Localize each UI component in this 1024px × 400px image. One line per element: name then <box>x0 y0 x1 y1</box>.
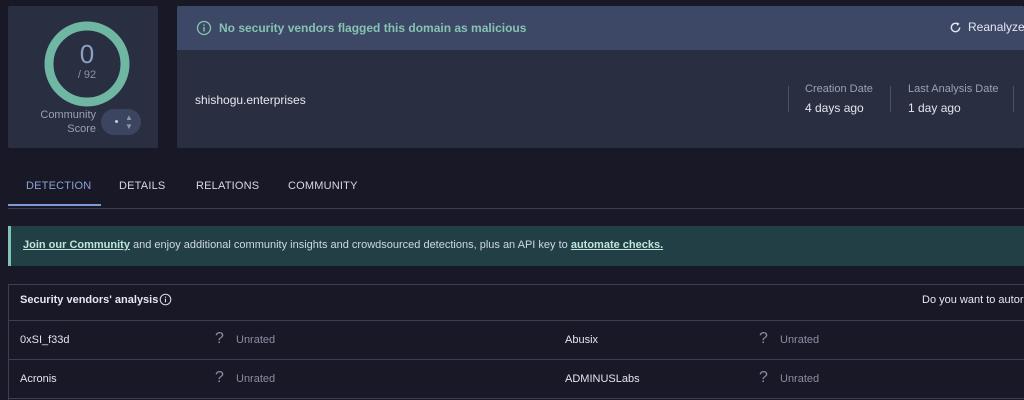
domain-name: shishogu.enterprises <box>195 93 306 107</box>
join-community-link[interactable]: Join our Community <box>23 239 130 251</box>
community-banner: Join our Community and enjoy additional … <box>8 226 1024 266</box>
creation-date-label: Creation Date <box>805 83 873 95</box>
vote-arrows-icon: ▲ ▼ <box>125 113 133 131</box>
automate-prompt: Do you want to autor <box>922 294 1024 306</box>
last-analysis-label: Last Analysis Date <box>908 83 999 95</box>
meta-divider <box>1013 86 1014 112</box>
table-row: 0xSI_f33d ? Unrated Abusix ? Unrated <box>9 321 1024 360</box>
community-vote-control[interactable]: ▲ ▼ <box>101 109 141 135</box>
detection-score-value: 0 <box>79 39 95 69</box>
tab-relations[interactable]: RELATIONS <box>196 180 259 192</box>
reanalyze-label: Reanalyze <box>968 20 1024 34</box>
active-tab-indicator <box>8 204 101 206</box>
tab-details[interactable]: DETAILS <box>119 180 165 192</box>
question-mark-icon: ? <box>215 330 224 347</box>
meta-divider <box>890 86 891 112</box>
detection-score-total: / 92 <box>77 69 97 81</box>
reanalyze-button[interactable]: Reanalyze <box>949 20 1024 34</box>
community-score-label-line2: Score <box>67 123 96 135</box>
community-score-card: 0 / 92 Community Score ▲ ▼ <box>8 6 158 148</box>
vendors-title: Security vendors' analysis <box>20 294 159 306</box>
last-analysis-value: 1 day ago <box>908 101 961 115</box>
question-mark-icon: ? <box>759 369 768 386</box>
info-circle-icon <box>196 20 212 36</box>
vendor-status: Unrated <box>236 373 276 385</box>
community-score-label: Community Score <box>30 108 96 136</box>
vendor-status: Unrated <box>780 373 820 385</box>
community-banner-middle: and enjoy additional community insights … <box>129 239 571 251</box>
vendor-name: 0xSI_f33d <box>20 334 70 346</box>
community-banner-text: Join our Community and enjoy additional … <box>23 239 663 251</box>
question-mark-icon: ? <box>215 369 224 386</box>
refresh-icon <box>950 21 961 32</box>
vendor-status: Unrated <box>780 334 820 346</box>
tab-bar: DETECTION DETAILS RELATIONS COMMUNITY <box>8 166 1024 209</box>
info-circle-icon[interactable] <box>159 293 172 306</box>
verdict-banner: No security vendors flagged this domain … <box>177 6 1024 50</box>
tab-detection[interactable]: DETECTION <box>26 180 91 192</box>
vendor-name: Abusix <box>565 334 599 346</box>
vendors-header: Security vendors' analysis Do you want t… <box>9 285 1024 321</box>
tab-community[interactable]: COMMUNITY <box>288 180 358 192</box>
community-score-label-line1: Community <box>40 109 96 121</box>
table-row: Acronis ? Unrated ADMINUSLabs ? Unrated <box>9 360 1024 399</box>
vendor-name: Acronis <box>20 373 57 385</box>
meta-divider <box>788 86 789 112</box>
vendor-status: Unrated <box>236 334 276 346</box>
vendors-table: Security vendors' analysis Do you want t… <box>8 284 1024 400</box>
vote-dot-icon <box>115 120 118 123</box>
creation-date-value: 4 days ago <box>805 101 864 115</box>
verdict-text: No security vendors flagged this domain … <box>219 21 527 35</box>
vendor-name: ADMINUSLabs <box>565 373 640 385</box>
question-mark-icon: ? <box>759 330 768 347</box>
automate-checks-link[interactable]: automate checks. <box>571 239 663 251</box>
domain-summary-card: No security vendors flagged this domain … <box>177 6 1024 148</box>
